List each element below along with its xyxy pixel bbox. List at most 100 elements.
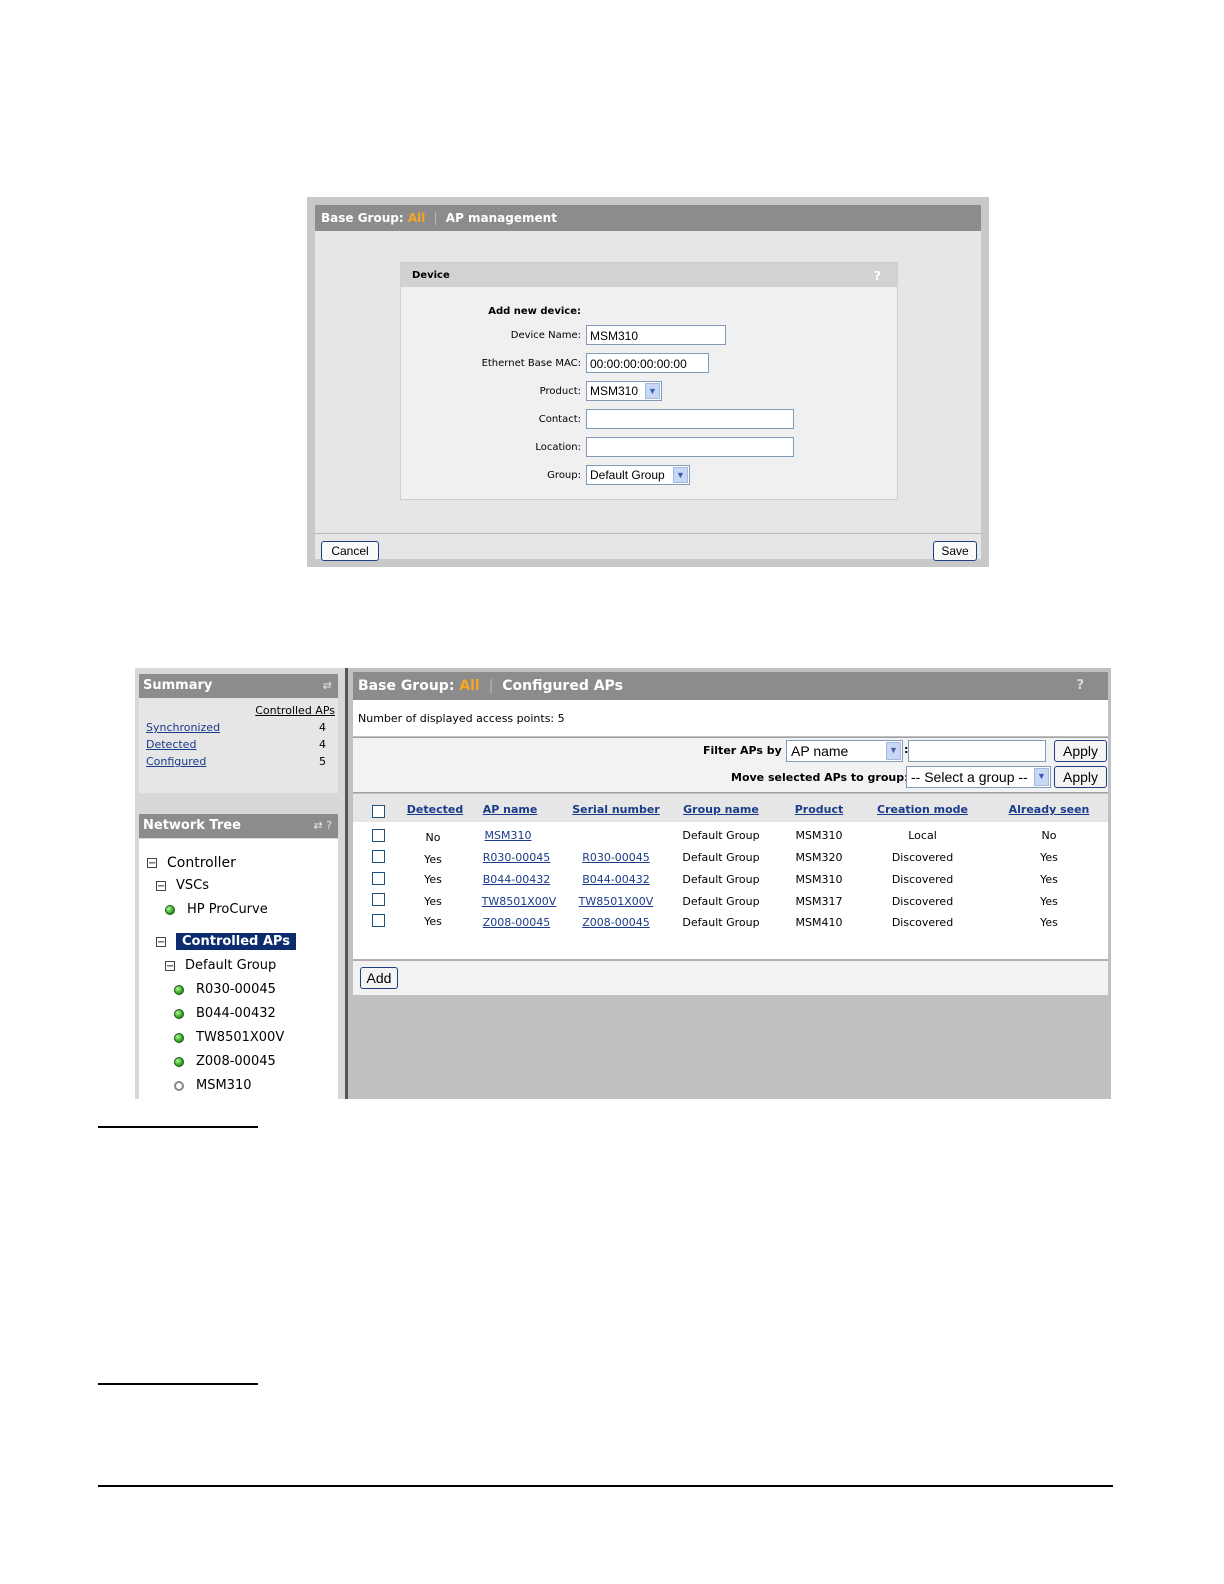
column-header-group-name[interactable]: Group name	[676, 794, 766, 822]
tree-item-ap[interactable]: B044-00432	[174, 1004, 276, 1024]
contact-input[interactable]	[586, 409, 794, 429]
synchronized-link[interactable]: Synchronized	[146, 721, 220, 734]
controlled-aps-column-header[interactable]: Controlled APs	[255, 704, 335, 717]
cell-ap-name-link[interactable]: R030-00045	[478, 851, 555, 865]
select-all-checkbox[interactable]	[372, 805, 385, 818]
device-box: Device ? Add new device: Device Name: MS…	[400, 262, 898, 500]
cell-ap-name-link[interactable]: TW8501X00V	[478, 895, 560, 909]
panel-toggle-icon[interactable]: ⇄ ?	[313, 814, 332, 838]
chevron-down-icon[interactable]: ▼	[673, 467, 688, 483]
cell-already-seen: Yes	[1040, 851, 1058, 864]
row-checkbox[interactable]	[372, 850, 385, 863]
base-group-label: Base Group:	[321, 211, 404, 225]
cell-already-seen: No	[1041, 829, 1057, 842]
help-icon[interactable]: ?	[326, 819, 332, 832]
column-header-detected[interactable]: Detected	[405, 794, 465, 822]
tree-item-ap[interactable]: TW8501X00V	[174, 1028, 284, 1048]
cell-serial-link[interactable]: R030-00045	[571, 851, 661, 865]
summary-row: Configured 5	[146, 753, 326, 770]
location-input[interactable]	[586, 437, 794, 457]
summary-row: Synchronized 4	[146, 719, 326, 736]
help-icon[interactable]: ?	[874, 263, 881, 289]
table-header-row: Detected AP name Serial number Group nam…	[353, 794, 1108, 822]
tree-item-label: VSCs	[176, 878, 209, 893]
collapse-minus-icon[interactable]: −	[156, 880, 166, 891]
cell-group-name: Default Group	[682, 895, 760, 908]
chevron-down-icon[interactable]: ▼	[645, 383, 660, 399]
cell-group-name: Default Group	[682, 829, 760, 842]
configured-link[interactable]: Configured	[146, 755, 206, 768]
filter-field-select[interactable]: AP name ▼	[786, 740, 903, 762]
detected-link[interactable]: Detected	[146, 738, 196, 751]
row-checkbox[interactable]	[372, 893, 385, 906]
cell-serial-link[interactable]: TW8501X00V	[571, 895, 661, 909]
cell-product: MSM310	[795, 829, 843, 842]
row-checkbox[interactable]	[372, 914, 385, 927]
device-name-row: Device Name: MSM310	[401, 325, 897, 347]
cell-creation-mode: Discovered	[891, 916, 954, 929]
row-checkbox[interactable]	[372, 829, 385, 842]
filter-value-input[interactable]	[908, 740, 1046, 762]
filter-apply-button[interactable]: Apply	[1054, 740, 1107, 762]
product-select[interactable]: MSM310 ▼	[586, 381, 662, 401]
collapse-minus-icon[interactable]: −	[165, 960, 175, 971]
cell-serial-link[interactable]: Z008-00045	[571, 916, 661, 930]
column-header-creation-mode[interactable]: Creation mode	[870, 794, 975, 822]
column-header-product[interactable]: Product	[786, 794, 852, 822]
cell-serial-link[interactable]: B044-00432	[571, 873, 661, 887]
ap-count-text: Number of displayed access points: 5	[353, 700, 1108, 736]
contact-row: Contact:	[401, 409, 897, 431]
tree-item-ap[interactable]: Z008-00045	[174, 1052, 276, 1072]
row-checkbox[interactable]	[372, 872, 385, 885]
green-status-dot-icon	[174, 1056, 184, 1067]
save-button[interactable]: Save	[933, 541, 977, 561]
collapse-minus-icon[interactable]: −	[147, 858, 157, 869]
chevron-down-icon[interactable]: ▼	[886, 742, 901, 760]
tree-item-controller[interactable]: − Controller	[147, 853, 236, 873]
panel-divider[interactable]	[345, 668, 348, 1099]
tree-item-default-group[interactable]: − Default Group	[165, 956, 276, 976]
base-group-all-link[interactable]: All	[459, 678, 479, 694]
tree-item-ap[interactable]: MSM310	[174, 1076, 252, 1096]
cell-detected: Yes	[424, 853, 442, 866]
header-separator: |	[433, 211, 438, 225]
cell-detected: Yes	[424, 915, 442, 928]
tree-item-vscs[interactable]: − VSCs	[156, 876, 209, 896]
add-button[interactable]: Add	[360, 967, 398, 989]
green-status-dot-icon	[165, 904, 175, 915]
configured-aps-screenshot: Summary ⇄ Controlled APs Synchronized 4 …	[135, 668, 1111, 1099]
page-title: Configured APs	[502, 678, 623, 694]
panel-toggle-icon[interactable]: ⇄	[323, 674, 332, 698]
column-header-ap-name[interactable]: AP name	[478, 794, 542, 822]
filter-field-value: AP name	[791, 743, 849, 759]
cell-product: MSM320	[795, 851, 843, 864]
tree-item-label: R030-00045	[196, 982, 276, 997]
ethernet-mac-input[interactable]: 00:00:00:00:00:00	[586, 353, 709, 373]
column-header-already-seen[interactable]: Already seen	[999, 794, 1099, 822]
cell-ap-name-link[interactable]: Z008-00045	[478, 916, 555, 930]
tree-item-ap[interactable]: R030-00045	[174, 980, 276, 1000]
page-header: Base Group: All | AP management	[315, 205, 981, 231]
filter-toolbar: Filter APs by AP name ▼ : Apply Move sel…	[353, 737, 1108, 793]
cell-ap-name-link[interactable]: MSM310	[478, 829, 538, 843]
tree-item-controlled-aps[interactable]: − Controlled APs	[156, 932, 296, 952]
tree-item-label: Controlled APs	[176, 933, 296, 950]
cancel-button[interactable]: Cancel	[321, 541, 379, 561]
cell-creation-mode: Discovered	[891, 873, 954, 886]
location-row: Location:	[401, 437, 897, 459]
green-status-dot-icon	[174, 1032, 184, 1043]
base-group-all-link[interactable]: All	[408, 211, 426, 225]
move-apply-button[interactable]: Apply	[1054, 766, 1107, 788]
chevron-down-icon[interactable]: ▼	[1034, 768, 1049, 786]
section-title-row: Add new device:	[401, 301, 897, 323]
column-header-serial-number[interactable]: Serial number	[571, 794, 661, 822]
base-group-label: Base Group:	[358, 678, 455, 694]
device-name-input[interactable]: MSM310	[586, 325, 726, 345]
group-select[interactable]: Default Group ▼	[586, 465, 690, 485]
cell-ap-name-link[interactable]: B044-00432	[478, 873, 555, 887]
contact-label: Contact:	[538, 414, 581, 425]
tree-item-hp-procurve[interactable]: HP ProCurve	[165, 900, 268, 920]
collapse-minus-icon[interactable]: −	[156, 936, 166, 947]
help-icon[interactable]: ?	[1076, 672, 1084, 700]
move-group-select[interactable]: -- Select a group -- ▼	[906, 766, 1051, 788]
